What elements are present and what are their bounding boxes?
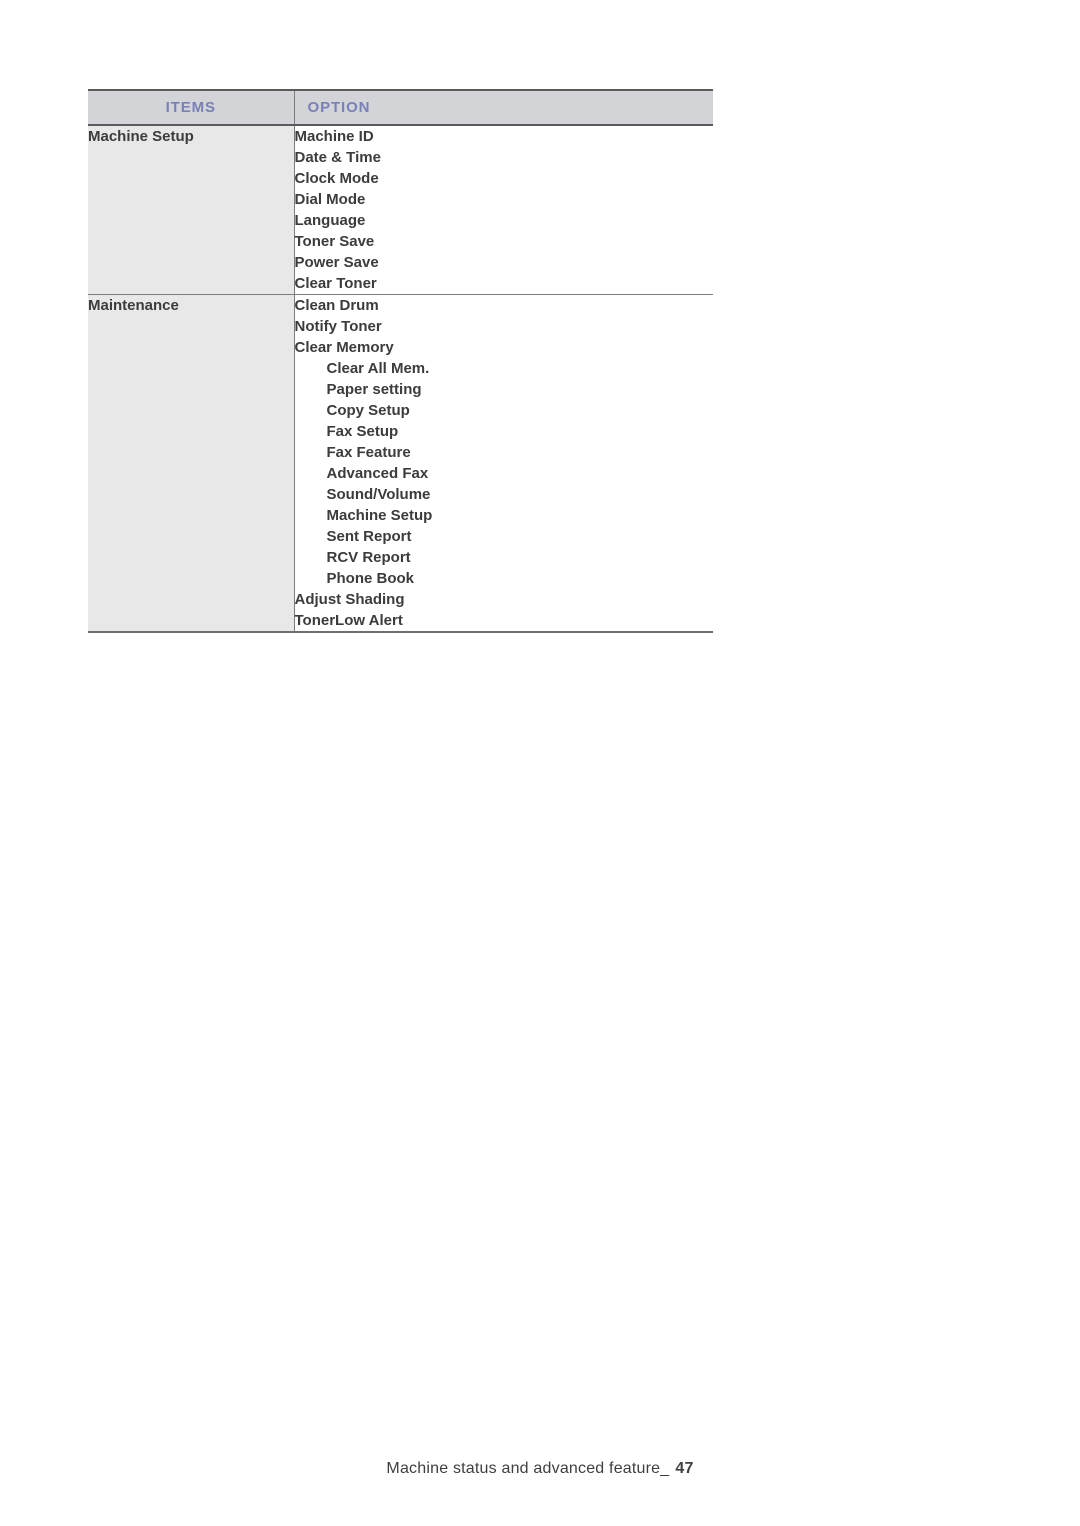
table-cell-options: Clean Drum Notify Toner Clear Memory Clear … (294, 294, 714, 633)
option-item: Power Save (294, 254, 379, 271)
table-row: Maintenance Clean Drum Notify Toner Clear M… (88, 294, 714, 633)
option-item: Clear All Mem. (326, 360, 430, 377)
menu-options-table: ITEMS OPTION Machine Setup Machine ID Date… (88, 89, 713, 633)
option-item: Fax Setup (326, 423, 399, 440)
option-item: Clear Memory (294, 339, 394, 356)
option-item: Clean Drum (294, 297, 379, 314)
table-header: ITEMS OPTION (88, 89, 713, 126)
page-footer: Machine status and advanced feature_ 47 (0, 1460, 1080, 1478)
option-item: Language (294, 212, 366, 229)
document-page: ITEMS OPTION Machine Setup Machine ID Date… (0, 0, 1080, 1526)
option-item: Notify Toner (294, 318, 382, 335)
table-cell-item: Maintenance (88, 294, 295, 633)
table-cell-item: Machine Setup (88, 125, 295, 295)
option-list: Machine ID Date & Time Clock Mode Dial Mode… (295, 126, 714, 294)
option-item: TonerLow Alert (294, 612, 403, 629)
table-cell-options: Machine ID Date & Time Clock Mode Dial Mode… (294, 125, 713, 295)
option-item: Machine Setup (326, 507, 433, 524)
option-item: Sound/Volume (326, 486, 431, 503)
option-item: Sent Report (326, 528, 412, 545)
table-row: Machine Setup Machine ID Date & Time Clock … (88, 125, 713, 295)
table-body: Machine Setup Machine ID Date & Time Clock … (88, 125, 714, 633)
item-label: Maintenance (88, 297, 179, 314)
option-item: Dial Mode (294, 191, 366, 208)
column-header-items: ITEMS (88, 89, 295, 126)
option-item: Date & Time (294, 149, 381, 166)
option-item: Copy Setup (326, 402, 410, 419)
option-item: Fax Feature (326, 444, 411, 461)
table-header-row: ITEMS OPTION (88, 89, 713, 126)
footer-label: Machine status and advanced feature_ (386, 1460, 670, 1477)
page-number: 47 (675, 1460, 694, 1477)
option-item: Clock Mode (294, 170, 379, 187)
option-item: Machine ID (294, 128, 374, 145)
option-item: Adjust Shading (294, 591, 405, 608)
column-header-option: OPTION (294, 89, 713, 126)
option-item: Toner Save (294, 233, 375, 250)
option-item: Advanced Fax (326, 465, 429, 482)
option-item: RCV Report (326, 549, 411, 566)
option-list: Clean Drum Notify Toner Clear Memory Clear … (295, 295, 714, 631)
option-item: Phone Book (326, 570, 415, 587)
option-item: Paper setting (326, 381, 422, 398)
item-label: Machine Setup (88, 128, 194, 145)
option-item: Clear Toner (294, 275, 377, 292)
